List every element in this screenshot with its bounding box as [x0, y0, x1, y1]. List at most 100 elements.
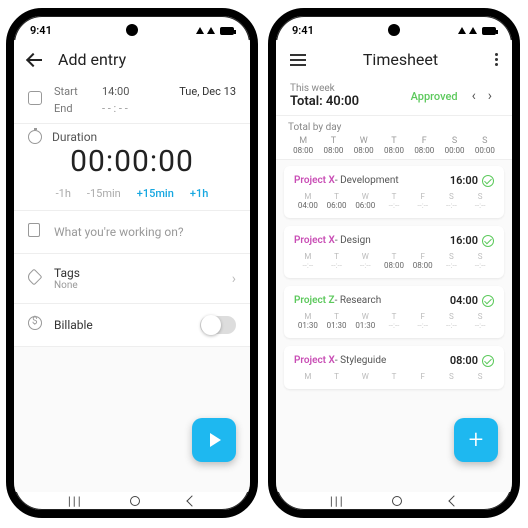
camera-notch: [126, 24, 138, 36]
back-arrow-icon[interactable]: [28, 52, 44, 68]
card-day-value: 04:00: [294, 201, 322, 210]
card-day-value: 08:00: [409, 261, 437, 270]
page-title: Add entry: [58, 50, 126, 69]
card-day-value: --:--: [409, 201, 437, 210]
timesheet-card[interactable]: Project X - Development16:00MTWTFSS04:00…: [284, 166, 504, 218]
card-day-value: --:--: [409, 321, 437, 330]
billable-field[interactable]: Billable: [14, 304, 250, 347]
duration-block: Duration 00:00:00 -1h -15min +15min +1h: [14, 124, 250, 211]
card-day-value: 06:00: [351, 201, 379, 210]
total-by-day-label: Total by day: [288, 122, 500, 133]
start-timer-fab[interactable]: [192, 418, 236, 462]
week-label: This week: [290, 83, 411, 94]
billable-toggle[interactable]: [200, 316, 236, 334]
day-total-value: 08:00: [349, 146, 379, 155]
card-day-label: T: [380, 372, 408, 381]
camera-notch: [388, 24, 400, 36]
week-total: Total: 40:00: [290, 94, 411, 109]
card-day-label: T: [323, 192, 351, 201]
card-day-value: 08:00: [380, 261, 408, 270]
card-day-value: --:--: [438, 321, 466, 330]
adjust-plus-15m[interactable]: +15min: [137, 187, 174, 200]
card-day-label: F: [409, 192, 437, 201]
plus-icon: +: [469, 427, 484, 453]
start-time: 14:00: [102, 85, 154, 98]
adjust-minus-1h[interactable]: -1h: [56, 187, 71, 200]
add-entry-fab[interactable]: +: [454, 418, 498, 462]
card-day-value: 01:30: [294, 321, 322, 330]
card-day-label: F: [409, 312, 437, 321]
status-icons: [195, 27, 234, 35]
timesheet-card[interactable]: Project Z - Research04:00MTWTFSS01:3001:…: [284, 286, 504, 338]
signal-icon: [196, 27, 204, 34]
signal-icon: [458, 27, 466, 34]
chevron-right-icon: ›: [232, 271, 236, 287]
adjust-plus-1h[interactable]: +1h: [190, 187, 208, 200]
project-name: Project X: [294, 355, 335, 366]
description-field[interactable]: What you're working on?: [14, 211, 250, 254]
card-day-label: S: [438, 372, 466, 381]
more-icon[interactable]: [495, 53, 498, 66]
nav-recent-icon[interactable]: |||: [68, 494, 83, 508]
timesheet-card[interactable]: Project X - Styleguide08:00MTWTFSS: [284, 346, 504, 389]
day-label: T: [379, 136, 409, 146]
card-day-label: S: [438, 312, 466, 321]
adjust-minus-15m[interactable]: -15min: [87, 187, 121, 200]
nav-home-icon[interactable]: [130, 496, 140, 506]
card-day-label: T: [323, 252, 351, 261]
card-day-value: --:--: [323, 261, 351, 270]
card-day-label: M: [294, 312, 322, 321]
week-header: This week Total: 40:00 Approved ‹ ›: [276, 77, 512, 116]
card-day-value: --:--: [466, 321, 494, 330]
day-label: W: [349, 136, 379, 146]
play-icon: [210, 433, 221, 447]
card-day-value: --:--: [380, 201, 408, 210]
card-day-label: S: [438, 252, 466, 261]
prev-week-button[interactable]: ‹: [466, 88, 482, 104]
card-day-value: --:--: [351, 261, 379, 270]
tags-field[interactable]: Tags None ›: [14, 254, 250, 304]
description-placeholder: What you're working on?: [54, 225, 236, 239]
project-name: Project X: [294, 175, 335, 186]
card-day-label: T: [323, 372, 351, 381]
card-day-value: 01:30: [323, 321, 351, 330]
stopwatch-icon: [28, 130, 42, 144]
nav-home-icon[interactable]: [392, 496, 402, 506]
next-week-button[interactable]: ›: [482, 88, 498, 104]
duration-value[interactable]: 00:00:00: [14, 144, 250, 179]
nav-back-icon[interactable]: [186, 495, 197, 506]
tags-label: Tags: [54, 266, 232, 280]
header: Timesheet: [276, 40, 512, 77]
day-total-value: 08:00: [318, 146, 348, 155]
phone-add-entry: 9:41 Add entry Start 14:00 Tue, Dec 13 E…: [6, 8, 258, 518]
menu-icon[interactable]: [290, 54, 306, 66]
day-total-value: 08:00: [379, 146, 409, 155]
card-day-label: S: [466, 372, 494, 381]
card-day-label: W: [351, 312, 379, 321]
day-label: F: [409, 136, 439, 146]
nav-back-icon[interactable]: [448, 495, 459, 506]
approved-check-icon: [482, 235, 494, 247]
day-total-value: 00:00: [439, 146, 469, 155]
card-total: 16:00: [450, 174, 478, 187]
android-navbar: |||: [14, 492, 250, 510]
nav-recent-icon[interactable]: |||: [330, 494, 345, 508]
time-range-row[interactable]: Start 14:00 Tue, Dec 13 End - - : - -: [14, 77, 250, 124]
card-day-value: 01:30: [351, 321, 379, 330]
start-label: Start: [54, 85, 94, 98]
card-day-value: --:--: [438, 201, 466, 210]
day-total-value: 08:00: [409, 146, 439, 155]
day-totals-header: Total by day MTWTFSS 08:0008:0008:0008:0…: [276, 116, 512, 160]
card-day-label: F: [409, 252, 437, 261]
wifi-icon: [469, 27, 477, 34]
card-day-value: --:--: [294, 261, 322, 270]
day-label: M: [288, 136, 318, 146]
card-day-label: W: [351, 192, 379, 201]
card-day-label: M: [294, 372, 322, 381]
clock-text: 9:41: [292, 24, 314, 37]
card-day-value: --:--: [466, 261, 494, 270]
task-name: - Styleguide: [335, 355, 386, 366]
date-value: Tue, Dec 13: [162, 85, 236, 98]
timesheet-card[interactable]: Project X - Design16:00MTWTFSS--:----:--…: [284, 226, 504, 278]
day-label: S: [470, 136, 500, 146]
